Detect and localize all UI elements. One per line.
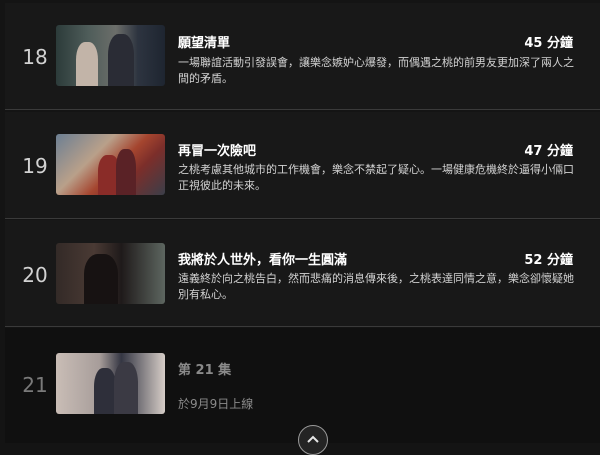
collapse-button[interactable] [298, 425, 328, 455]
episode-item-20[interactable]: 20 我將於人世外，看你一生圓滿 52 分鐘 遠義終於向之桃告白，然而悲痛的消息… [5, 220, 600, 327]
episode-number: 19 [22, 154, 48, 178]
episode-item-19[interactable]: 19 再冒一次險吧 47 分鐘 之桃考慮其他城市的工作機會，樂念不禁起了疑心。一… [5, 112, 600, 219]
episode-list: 18 願望清單 45 分鐘 一場聯誼活動引發誤會，讓樂念嫉妒心爆發，而偶遇之桃的… [0, 0, 600, 443]
episode-number: 20 [22, 263, 48, 287]
upcoming-title: 第 21 集 [178, 363, 232, 378]
episode-description: 一場聯誼活動引發誤會，讓樂念嫉妒心爆發，而偶遇之桃的前男友更加深了兩人之間的矛盾… [178, 56, 574, 85]
episode-item-18[interactable]: 18 願望清單 45 分鐘 一場聯誼活動引發誤會，讓樂念嫉妒心爆發，而偶遇之桃的… [5, 3, 600, 110]
episode-item-21-upcoming: 21 第 21 集 於9月9日上線 [5, 328, 600, 443]
episode-number: 21 [22, 373, 48, 397]
episode-thumbnail[interactable] [56, 134, 165, 195]
episode-thumbnail [56, 353, 165, 414]
episode-number: 18 [22, 45, 48, 69]
episode-thumbnail[interactable] [56, 25, 165, 86]
episode-duration: 52 分鐘 [524, 253, 573, 268]
release-date: 於9月9日上線 [178, 397, 254, 411]
episode-title: 願望清單 [178, 36, 231, 51]
episode-title: 再冒一次險吧 [178, 144, 257, 159]
episode-duration: 47 分鐘 [524, 144, 573, 159]
chevron-up-icon [307, 435, 319, 443]
episode-thumbnail[interactable] [56, 243, 165, 304]
episode-title: 我將於人世外，看你一生圓滿 [178, 253, 348, 268]
episode-duration: 45 分鐘 [524, 36, 573, 51]
episode-description: 遠義終於向之桃告白，然而悲痛的消息傳來後，之桃表達同情之意，樂念卻懷疑她別有私心… [178, 272, 574, 301]
episode-description: 之桃考慮其他城市的工作機會，樂念不禁起了疑心。一場健康危機終於逼得小倆口正視彼此… [178, 163, 574, 192]
